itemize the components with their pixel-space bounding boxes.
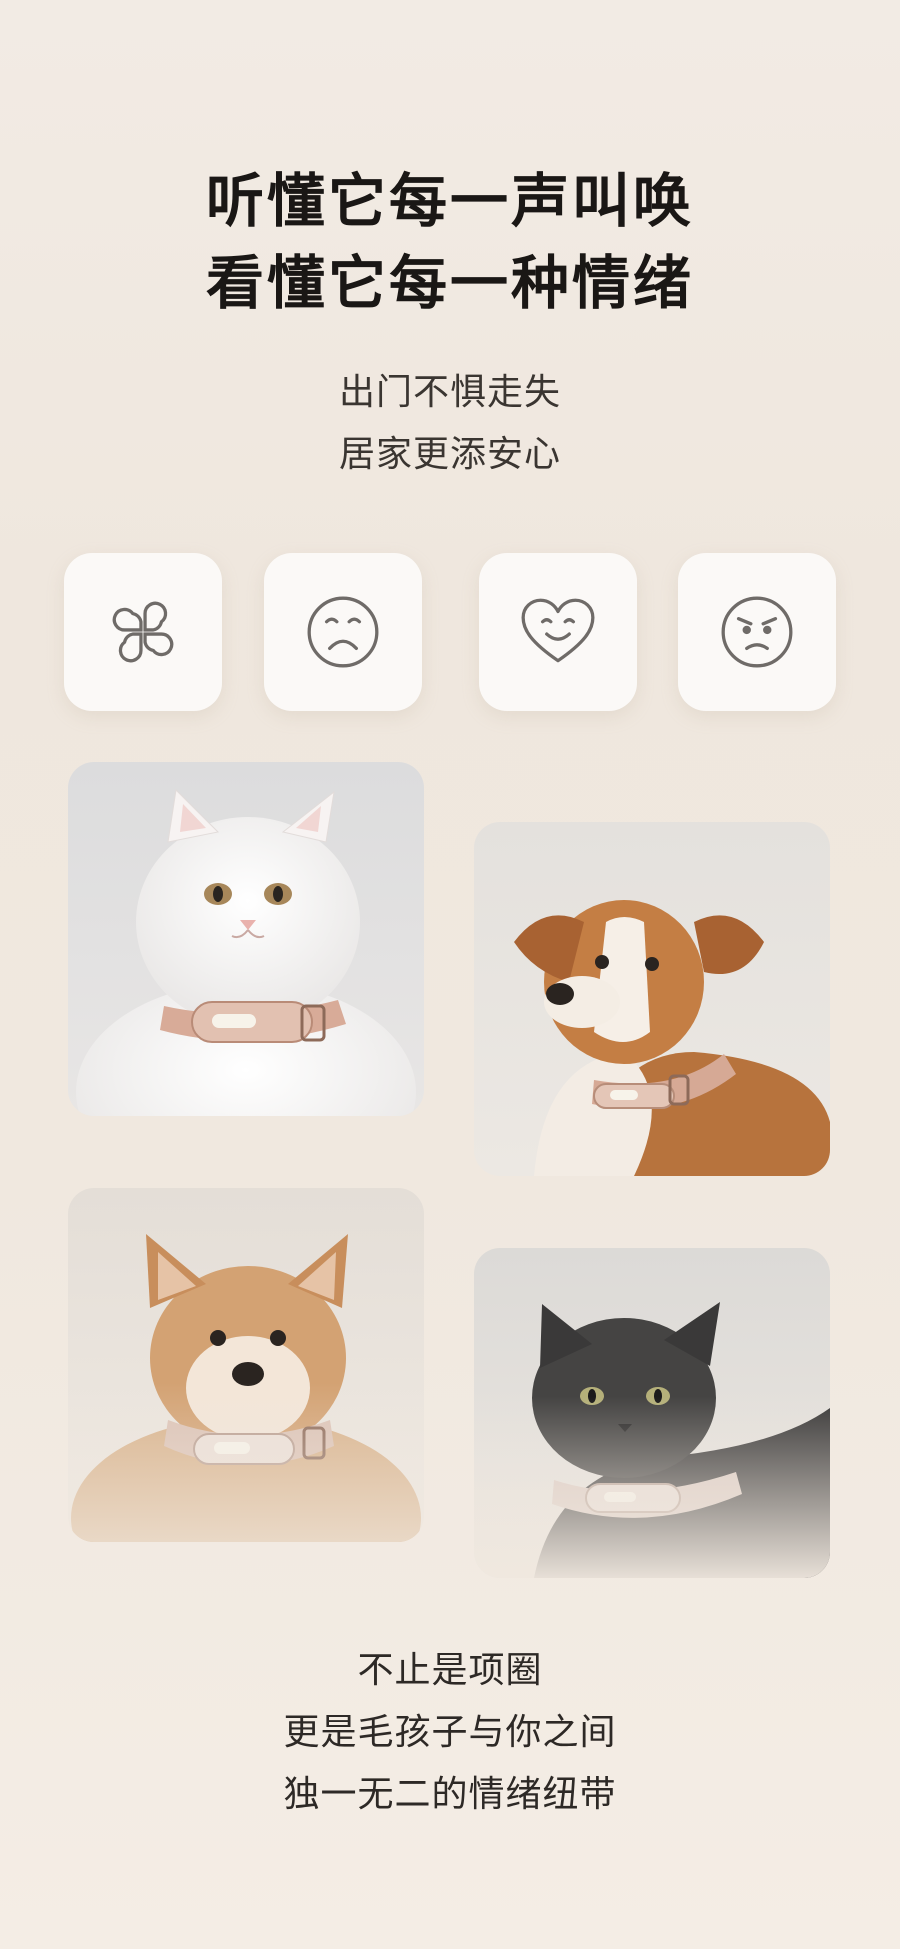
subheading: 出门不惧走失 居家更添安心 [0,362,900,486]
sad-face-icon [307,596,379,668]
page: 听懂它每一声叫唤 看懂它每一种情绪 出门不惧走失 居家更添安心 不止是项圈 更是… [0,0,900,1949]
emotion-icon-row [0,553,900,713]
tagline-line-3: 独一无二的情绪纽带 [283,1774,617,1815]
emotion-card-clover [64,553,222,711]
emotion-card-angry [678,553,836,711]
tagline-line-2: 更是毛孩子与你之间 [283,1712,617,1753]
photo-white-cat [68,762,424,1116]
emotion-card-sad [264,553,422,711]
subheading-line-2: 居家更添安心 [338,434,561,475]
shiba-puppy-image [68,1188,424,1542]
tagline-line-1: 不止是项圈 [357,1650,543,1691]
white-cat-image [68,762,424,1116]
emotion-card-love [479,553,637,711]
angry-face-icon [721,596,793,668]
headline-line-1: 听懂它每一声叫唤 [205,167,694,235]
photo-brown-dog [474,822,830,1176]
tagline: 不止是项圈 更是毛孩子与你之间 独一无二的情绪纽带 [0,1640,900,1826]
photo-shiba-puppy [68,1188,424,1542]
subheading-line-1: 出门不惧走失 [338,372,561,413]
black-cat-image [474,1248,830,1578]
photo-black-cat [474,1248,830,1578]
heart-smile-icon [521,598,595,663]
clover-icon [112,601,174,663]
headline-line-2: 看懂它每一种情绪 [205,249,694,317]
brown-dog-image [474,822,830,1176]
headline: 听懂它每一声叫唤 看懂它每一种情绪 [0,160,900,324]
